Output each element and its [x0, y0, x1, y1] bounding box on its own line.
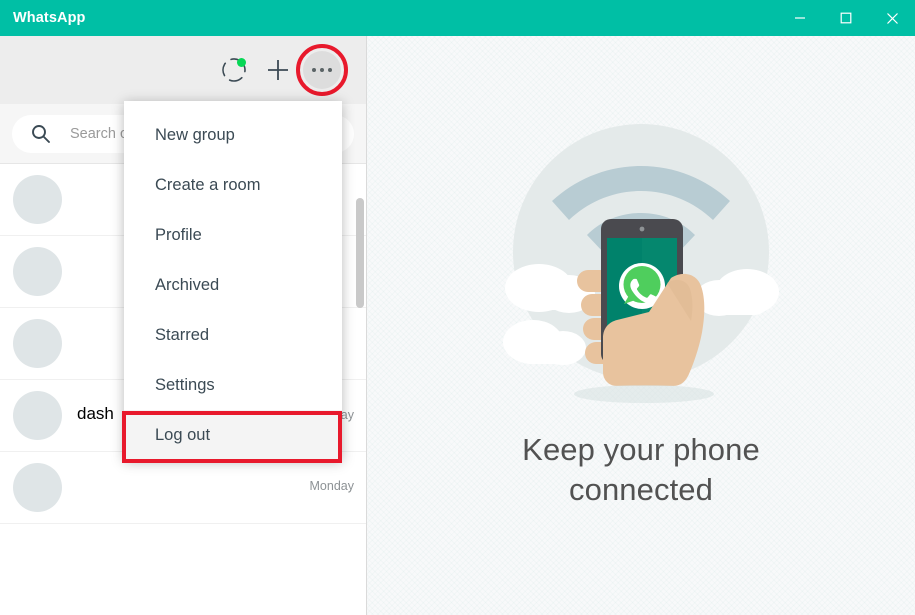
close-icon: [886, 12, 898, 24]
page-title: Keep your phone connected: [522, 430, 760, 509]
menu-item-create-a-room[interactable]: Create a room: [124, 160, 342, 210]
scrollbar-thumb[interactable]: [356, 198, 364, 308]
status-button[interactable]: [212, 48, 256, 92]
minimize-icon: [795, 17, 805, 19]
list-item[interactable]: Monday: [0, 452, 366, 524]
app-title: WhatsApp: [13, 10, 86, 26]
status-unread-dot: [237, 58, 246, 67]
avatar: [13, 463, 62, 512]
plus-icon: [268, 60, 288, 80]
maximize-button[interactable]: [823, 0, 869, 36]
menu-item-new-group[interactable]: New group: [124, 110, 342, 160]
panel-header: [0, 36, 366, 104]
new-chat-button[interactable]: [256, 48, 300, 92]
avatar: [13, 391, 62, 440]
menu-item-archived[interactable]: Archived: [124, 260, 342, 310]
phone-in-hand-wifi-illustration: [503, 124, 779, 403]
intro-title-line-1: Keep your phone: [522, 432, 760, 467]
avatar: [13, 319, 62, 368]
minimize-button[interactable]: [777, 0, 823, 36]
more-options-icon: [303, 51, 341, 89]
title-bar: WhatsApp: [0, 0, 915, 36]
intro-title-line-2: connected: [569, 471, 713, 507]
menu-item-starred[interactable]: Starred: [124, 310, 342, 360]
chat-name: dash: [77, 403, 114, 423]
menu-item-profile[interactable]: Profile: [124, 210, 342, 260]
chat-time: Monday: [309, 478, 354, 493]
menu-item-log-out[interactable]: Log out: [124, 410, 342, 460]
whatsapp-desktop-window: WhatsApp Search dash Monday Keep your ph…: [0, 0, 915, 615]
options-dropdown-menu[interactable]: New group Create a room Profile Archived…: [124, 101, 342, 460]
menu-item-settings[interactable]: Settings: [124, 360, 342, 410]
menu-button[interactable]: [296, 44, 348, 96]
search-icon: [12, 124, 70, 144]
intro-pane: Keep your phone connected: [367, 36, 915, 615]
avatar: [13, 247, 62, 296]
header-icon-group: [212, 44, 348, 96]
maximize-icon: [840, 12, 852, 24]
status-circle-icon: [221, 57, 247, 83]
chat-list-scrollbar[interactable]: [355, 164, 365, 615]
chat-content: Monday: [77, 479, 354, 497]
avatar: [13, 175, 62, 224]
close-button[interactable]: [869, 0, 915, 36]
